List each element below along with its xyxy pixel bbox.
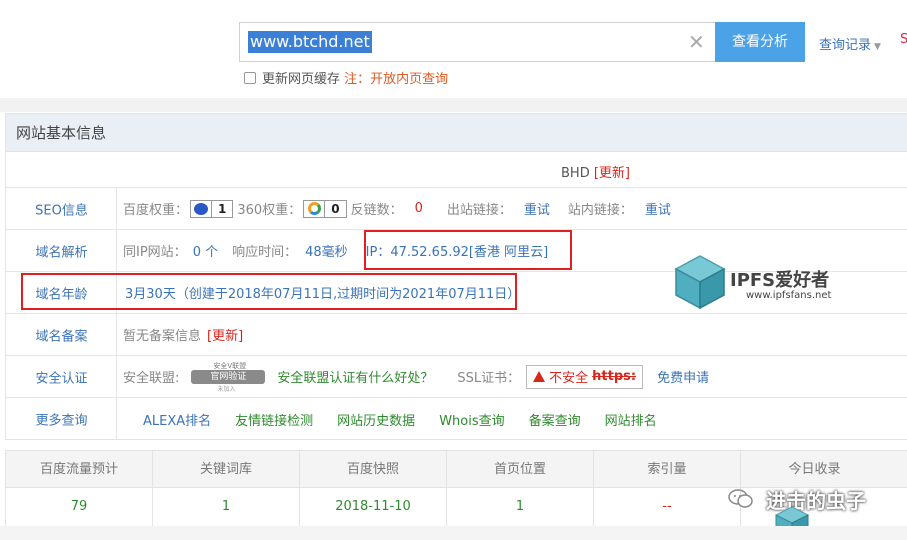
baidu-weight-badge[interactable]: 1 bbox=[190, 199, 234, 218]
warning-icon bbox=[533, 371, 546, 382]
seo-row: SEO信息 百度权重： 1 360权重： 0 反链数： 0 出站链接： 重试 站… bbox=[6, 188, 907, 230]
ssl-label: SSL证书： bbox=[457, 371, 521, 386]
s360-weight-label: 360权重： bbox=[237, 203, 302, 218]
ssl-status: 不安全 bbox=[549, 371, 589, 386]
wechat-icon bbox=[728, 489, 753, 508]
link-icp[interactable]: 备案查询 bbox=[529, 410, 581, 429]
age-highlight-box bbox=[21, 273, 517, 310]
backlinks-value[interactable]: 0 bbox=[415, 201, 423, 216]
360-ring-icon bbox=[304, 201, 324, 217]
stats-header: 百度快照 bbox=[300, 451, 447, 487]
site-name: BHD bbox=[561, 166, 590, 181]
response-time-label: 响应时间： bbox=[232, 245, 298, 260]
icp-update-link[interactable]: [更新] bbox=[207, 325, 243, 344]
security-content: 安全联盟: 安全V联盟 官网验证 未加入 安全联盟认证有什么好处？ SSL证书：… bbox=[123, 356, 709, 397]
ip-highlight-box bbox=[364, 230, 572, 270]
icp-row: 域名备案 暂无备案信息 [更新] bbox=[6, 314, 907, 356]
history-dropdown[interactable]: 查询记录 ▼ bbox=[819, 34, 881, 53]
link-whois[interactable]: Whois查询 bbox=[439, 410, 504, 429]
link-history[interactable]: 网站历史数据 bbox=[337, 410, 415, 429]
search-bar-area: ✕ 查看分析 查询记录▼ S 更新网页缓存 注：开放内页查询 bbox=[0, 0, 907, 98]
stats-value: -- bbox=[594, 488, 741, 526]
outlinks-label: 出站链接： bbox=[446, 203, 512, 218]
baidu-weight-label: 百度权重： bbox=[123, 203, 189, 218]
link-alexa[interactable]: ALEXA排名 bbox=[143, 410, 211, 429]
baidu-paw-icon bbox=[191, 201, 211, 217]
edge-text: S bbox=[900, 32, 907, 47]
chevron-down-icon: ▼ bbox=[874, 42, 881, 52]
same-ip-value[interactable]: 0 个 bbox=[193, 241, 218, 260]
ipfs-watermark: IPFS爱好者 www.ipfsfans.net bbox=[674, 254, 844, 314]
alliance-seal-icon[interactable]: 安全V联盟 官网验证 未加入 bbox=[185, 362, 271, 393]
link-friend-check[interactable]: 友情链接检测 bbox=[235, 410, 313, 429]
search-box[interactable]: ✕ bbox=[239, 22, 715, 62]
panel-title: 网站基本信息 bbox=[6, 114, 907, 152]
stats-header: 首页位置 bbox=[447, 451, 594, 487]
stats-header: 关键词库 bbox=[153, 451, 300, 487]
watermark-url: www.ipfsfans.net bbox=[746, 290, 832, 301]
cube-logo-icon bbox=[674, 255, 726, 310]
seo-content: 百度权重： 1 360权重： 0 反链数： 0 出站链接： 重试 站内链接： 重… bbox=[123, 188, 671, 229]
security-row: 安全认证 安全联盟: 安全V联盟 官网验证 未加入 安全联盟认证有什么好处？ S… bbox=[6, 356, 907, 398]
stats-header: 百度流量预计 bbox=[6, 451, 153, 487]
history-label: 查询记录 bbox=[819, 38, 872, 53]
response-time-value: 48毫秒 bbox=[305, 245, 348, 260]
search-input[interactable] bbox=[248, 31, 372, 53]
cache-checkbox[interactable] bbox=[244, 72, 256, 84]
divider bbox=[0, 98, 907, 112]
free-apply-link[interactable]: 免费申请 bbox=[657, 367, 709, 386]
stats-header-row: 百度流量预计 关键词库 百度快照 首页位置 索引量 今日收录 bbox=[6, 451, 907, 488]
cache-note: 注：开放内页查询 bbox=[344, 72, 449, 87]
same-ip-label: 同IP网站： bbox=[123, 245, 187, 260]
backlinks-label: 反链数： bbox=[350, 203, 403, 218]
inlinks-label: 站内链接： bbox=[567, 203, 633, 218]
cache-label: 更新网页缓存 bbox=[262, 72, 341, 87]
bottom-strip bbox=[0, 526, 907, 540]
analyze-button[interactable]: 查看分析 bbox=[715, 22, 805, 62]
cache-option[interactable]: 更新网页缓存 注：开放内页查询 bbox=[244, 68, 448, 87]
stats-value[interactable]: 79 bbox=[6, 488, 153, 526]
s360-weight-value: 0 bbox=[324, 200, 345, 217]
inlinks-retry[interactable]: 重试 bbox=[645, 199, 671, 218]
more-row: 更多查询 ALEXA排名 友情链接检测 网站历史数据 Whois查询 备案查询 … bbox=[6, 398, 907, 440]
link-rank[interactable]: 网站排名 bbox=[605, 410, 657, 429]
alliance-benefit-link[interactable]: 安全联盟认证有什么好处？ bbox=[277, 367, 433, 386]
stats-header: 索引量 bbox=[594, 451, 741, 487]
s360-weight-badge[interactable]: 0 bbox=[303, 199, 347, 218]
watermark-name: IPFS爱好者 bbox=[730, 270, 830, 291]
icp-content: 暂无备案信息 [更新] bbox=[123, 314, 243, 355]
baidu-weight-value: 1 bbox=[211, 200, 232, 217]
ssl-https: https: bbox=[592, 369, 637, 384]
ssl-badge[interactable]: 不安全 https: bbox=[526, 364, 644, 389]
stats-value[interactable]: 2018-11-10 bbox=[300, 488, 447, 526]
more-label: 更多查询 bbox=[6, 398, 117, 440]
icp-label: 域名备案 bbox=[6, 314, 117, 355]
seo-label: SEO信息 bbox=[6, 188, 117, 229]
stats-value[interactable]: 1 bbox=[153, 488, 300, 526]
alliance-label: 安全联盟: bbox=[123, 371, 180, 386]
stats-header: 今日收录 bbox=[788, 462, 841, 477]
more-links: ALEXA排名 友情链接检测 网站历史数据 Whois查询 备案查询 网站排名 bbox=[123, 398, 681, 440]
icp-value: 暂无备案信息 bbox=[123, 329, 202, 344]
outlinks-retry[interactable]: 重试 bbox=[524, 199, 550, 218]
clear-icon[interactable]: ✕ bbox=[688, 32, 705, 52]
stats-value[interactable]: 1 bbox=[447, 488, 594, 526]
site-name-row: BHD [更新] bbox=[6, 152, 907, 188]
dns-label: 域名解析 bbox=[6, 230, 117, 271]
security-label: 安全认证 bbox=[6, 356, 117, 397]
site-update-link[interactable]: [更新] bbox=[594, 166, 630, 181]
